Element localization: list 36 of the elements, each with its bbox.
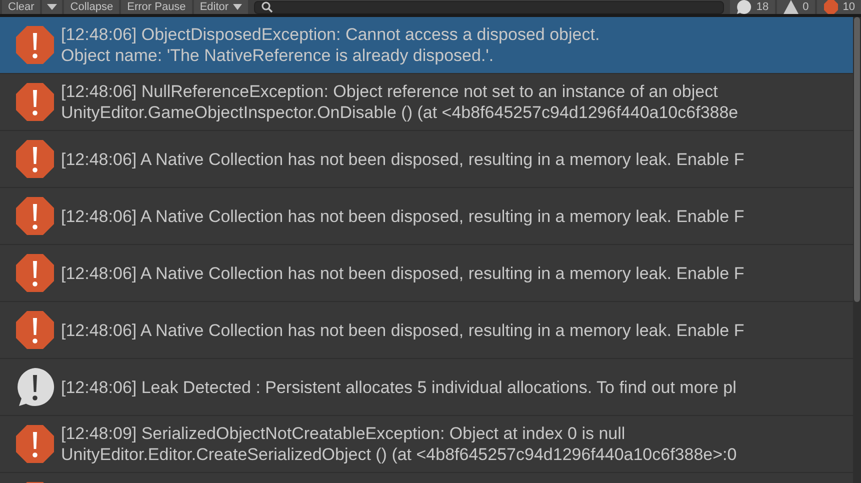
error-icon: [15, 310, 55, 350]
scrollbar-thumb[interactable]: [854, 17, 860, 302]
clear-button[interactable]: Clear: [2, 0, 40, 14]
info-count-toggle[interactable]: 18: [730, 0, 775, 14]
log-message: Object name: 'The NativeReference is already disposed.'.: [61, 45, 494, 66]
log-message: UnityEditor.GameObjectInspector.OnDisable () (at <4b8f645257c94d1296f440a10c6f388e: [61, 102, 738, 123]
log-message: [12:48:09] SerializedObjectNotCreatableException: Object at index 0 is null: [61, 423, 626, 444]
search-icon: [260, 1, 273, 13]
log-message: [12:48:06] Leak Detected : Persistent allocates 5 individual allocations. To find out more pl: [61, 376, 736, 398]
error-icon: [15, 25, 55, 65]
speech-bubble-icon: [15, 367, 55, 407]
error-icon: [822, 0, 839, 15]
log-message: [12:48:06] A Native Collection has not been disposed, resulting in a memory leak. Enable F: [61, 262, 744, 284]
caret-icon: [232, 4, 242, 10]
collapse-button[interactable]: Collapse: [64, 0, 120, 14]
error-count-toggle[interactable]: 10: [816, 0, 861, 14]
warning-count-toggle[interactable]: 0: [776, 0, 815, 14]
log-message: UnityEditor.Editor.CreateSerializedObject () (at <4b8f645257c94d1296f440a10c6f388e>:0: [61, 444, 737, 465]
warning-icon: [782, 0, 799, 15]
error-icon: [15, 196, 55, 236]
log-message: [12:48:06] NullReferenceException: Object reference not set to an instance of an object: [61, 81, 718, 102]
error-pause-button[interactable]: Error Pause: [121, 0, 192, 14]
error-icon: [15, 253, 55, 293]
error-icon: [15, 82, 55, 122]
error-icon: [15, 139, 55, 179]
error-icon: [15, 424, 55, 464]
log-entry[interactable]: [12:48:06] ObjectDisposedException: Cannot access a disposed object. Object name: 'The NativeReference is already disposed.'.: [0, 17, 853, 74]
log-message: [12:48:06] A Native Collection has not been disposed, resulting in a memory leak. Enable F: [61, 148, 744, 170]
caret-icon: [47, 4, 58, 10]
speech-bubble-icon: [736, 0, 752, 15]
log-message: [12:48:06] ObjectDisposedException: Cannot access a disposed object.: [61, 24, 600, 45]
log-message: [12:48:06] A Native Collection has not been disposed, resulting in a memory leak. Enable F: [61, 320, 744, 340]
editor-dropdown[interactable]: Editor: [194, 0, 248, 14]
search-field[interactable]: [254, 0, 724, 14]
clear-options-button[interactable]: [42, 0, 62, 14]
log-message: [12:48:06] A Native Collection has not been disposed, resulting in a memory leak. Enable F: [61, 206, 744, 226]
